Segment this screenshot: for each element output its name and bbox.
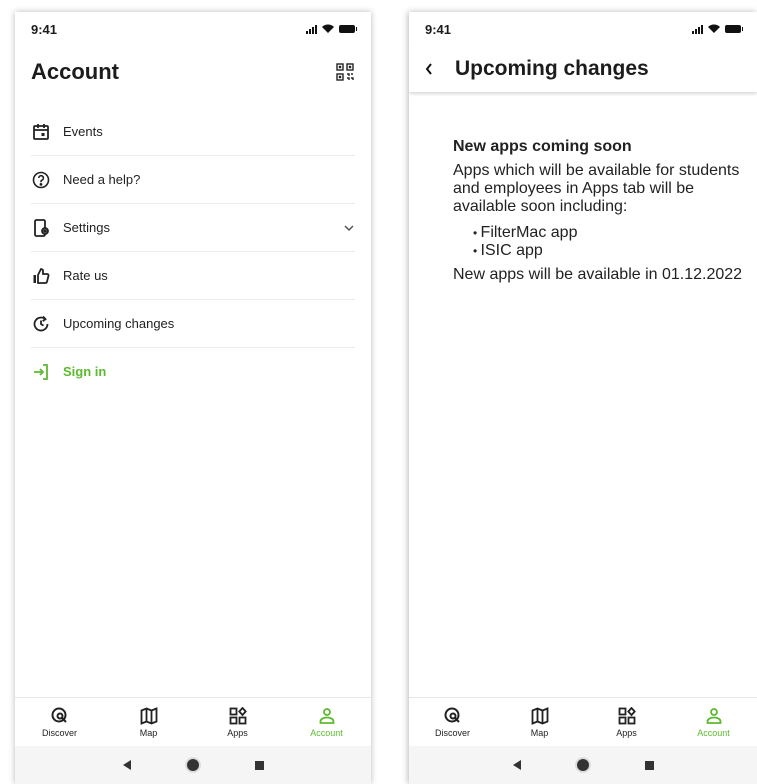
sign-in-button[interactable]: Sign in <box>31 348 355 395</box>
settings-device-icon <box>31 218 51 238</box>
bottom-tab-bar: Discover Map Apps Account <box>409 697 757 746</box>
thumbs-up-icon <box>31 266 51 286</box>
qr-code-icon[interactable] <box>335 62 355 82</box>
page-title: Account <box>31 59 119 84</box>
detail-content: New apps coming soon Apps which will be … <box>453 138 743 284</box>
tab-discover[interactable]: Discover <box>25 706 95 738</box>
calendar-icon <box>31 122 51 142</box>
tab-apps[interactable]: Apps <box>592 706 662 738</box>
back-nav-icon[interactable] <box>122 760 131 770</box>
apps-list: FilterMac app ISIC app <box>453 224 743 260</box>
upcoming-changes-screen: 9:41 Upcoming changes New apps coming so… <box>409 12 757 784</box>
list-item: ISIC app <box>473 242 743 260</box>
help-icon <box>31 170 51 190</box>
tab-label: Apps <box>616 728 637 738</box>
account-icon <box>317 706 337 726</box>
account-screen: 9:41 Account Events Need a help? Setting… <box>15 12 371 784</box>
wifi-icon <box>708 24 720 33</box>
discover-icon <box>50 706 70 726</box>
home-nav-icon[interactable] <box>186 759 199 771</box>
page-title: Upcoming changes <box>455 57 649 80</box>
menu-item-rate-us[interactable]: Rate us <box>31 252 355 300</box>
apps-icon <box>617 706 637 726</box>
detail-header: Upcoming changes <box>409 46 757 92</box>
back-icon[interactable] <box>409 62 449 76</box>
tab-account[interactable]: Account <box>679 706 749 738</box>
menu-item-label: Events <box>63 124 103 139</box>
tab-apps[interactable]: Apps <box>203 706 273 738</box>
android-nav-bar <box>15 746 371 784</box>
tab-map[interactable]: Map <box>114 706 184 738</box>
apps-icon <box>228 706 248 726</box>
status-icons <box>692 24 743 34</box>
bottom-tab-bar: Discover Map Apps Account <box>15 697 371 746</box>
account-header: Account <box>31 58 355 86</box>
back-nav-icon[interactable] <box>512 760 521 770</box>
update-icon <box>31 314 51 334</box>
android-nav-bar <box>409 746 757 784</box>
menu-item-settings[interactable]: Settings <box>31 204 355 252</box>
status-time: 9:41 <box>425 21 452 37</box>
tab-discover[interactable]: Discover <box>418 706 488 738</box>
tab-label: Discover <box>41 728 77 738</box>
sign-in-label: Sign in <box>63 364 107 379</box>
tab-label: Account <box>697 728 730 738</box>
wifi-icon <box>322 24 334 33</box>
tab-label: Map <box>530 728 549 738</box>
status-bar: 9:41 <box>409 12 757 46</box>
tab-map[interactable]: Map <box>505 706 575 738</box>
status-bar: 9:41 <box>15 12 371 46</box>
menu-item-label: Upcoming changes <box>63 316 175 331</box>
tab-label: Map <box>139 728 158 738</box>
menu-item-help[interactable]: Need a help? <box>31 156 355 204</box>
account-icon <box>704 706 724 726</box>
status-time: 9:41 <box>31 21 58 37</box>
signal-icon <box>692 24 703 34</box>
content-intro: Apps which will be available for student… <box>453 162 740 215</box>
tab-label: Apps <box>227 728 248 738</box>
tab-account[interactable]: Account <box>292 706 362 738</box>
list-item: FilterMac app <box>473 224 743 242</box>
menu-item-events[interactable]: Events <box>31 108 355 156</box>
content-heading: New apps coming soon <box>453 138 632 155</box>
home-nav-icon[interactable] <box>576 759 589 771</box>
menu-item-label: Need a help? <box>63 172 141 187</box>
tab-label: Discover <box>434 728 470 738</box>
menu-item-upcoming-changes[interactable]: Upcoming changes <box>31 300 355 348</box>
account-menu: Events Need a help? Settings Rate us Upc… <box>31 108 355 395</box>
map-icon <box>530 706 550 726</box>
menu-item-label: Settings <box>63 220 110 235</box>
sign-in-icon <box>31 362 51 382</box>
content-outro: New apps will be available in 01.12.2022 <box>453 266 743 283</box>
status-icons <box>306 24 357 34</box>
menu-item-label: Rate us <box>63 268 108 283</box>
battery-icon <box>339 25 357 33</box>
discover-icon <box>443 706 463 726</box>
recent-apps-icon[interactable] <box>644 760 654 770</box>
signal-icon <box>306 24 317 34</box>
map-icon <box>139 706 159 726</box>
chevron-down-icon[interactable] <box>343 222 355 234</box>
recent-apps-icon[interactable] <box>254 760 264 770</box>
battery-icon <box>725 25 743 33</box>
tab-label: Account <box>310 728 343 738</box>
